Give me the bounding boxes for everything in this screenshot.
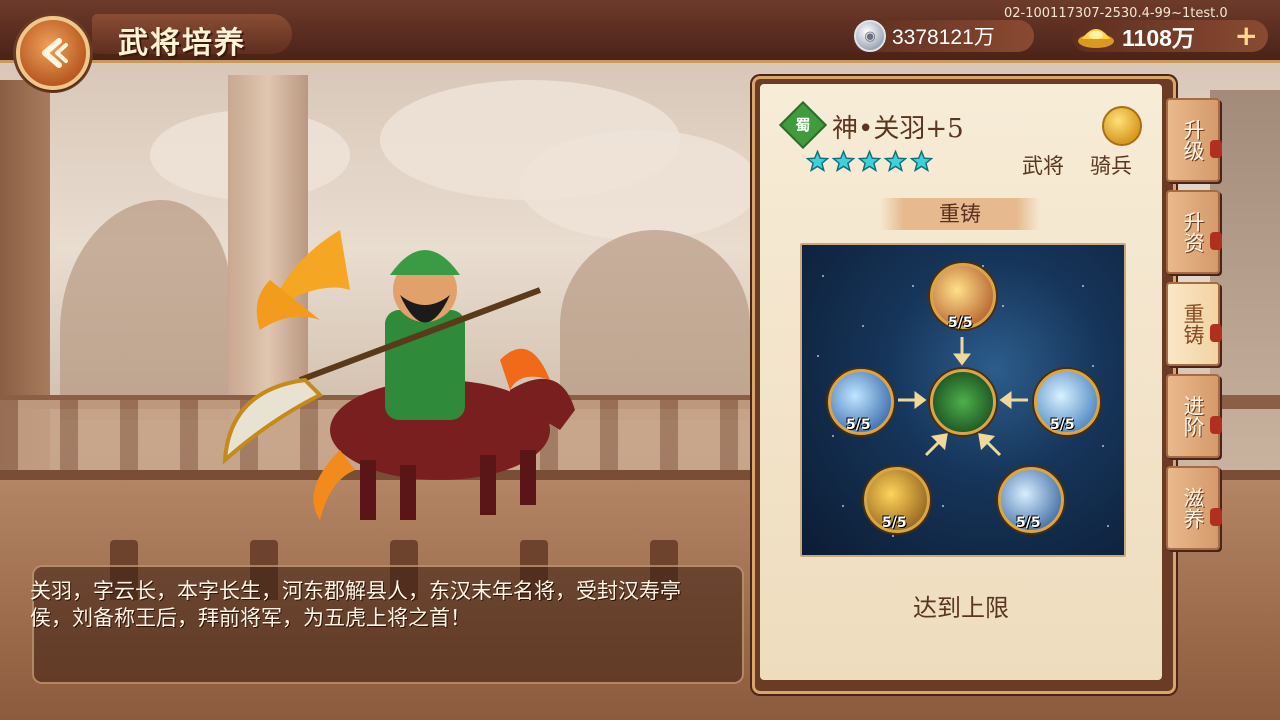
horse-leg xyxy=(480,455,496,515)
silver-currency: ◉ 3378121万 xyxy=(852,20,1034,52)
gold-value: 1108万 xyxy=(1122,25,1195,51)
star-icon xyxy=(858,150,881,173)
gold-ingot-icon xyxy=(1078,29,1114,48)
tab-reforge[interactable]: 重铸 xyxy=(1166,282,1222,366)
back-arrow-icon xyxy=(42,38,68,68)
tab-advance[interactable]: 进阶 xyxy=(1166,374,1222,458)
tab-knot xyxy=(1210,416,1222,434)
glaive-blade xyxy=(222,377,324,465)
star-icon xyxy=(884,150,907,173)
tab-nourish[interactable]: 滋养 xyxy=(1166,466,1222,550)
tab-aptitude[interactable]: 升资 xyxy=(1166,190,1222,274)
horse-leg xyxy=(400,465,416,520)
silver-coin-icon: ◉ xyxy=(854,20,886,52)
tab-knot xyxy=(1210,324,1222,342)
rider-armor xyxy=(385,310,465,420)
star-icon xyxy=(806,150,829,173)
add-gold-button[interactable]: + xyxy=(1235,21,1258,51)
star-rating xyxy=(806,150,933,173)
unit-type-label: 骑兵 xyxy=(1090,154,1132,178)
tab-knot xyxy=(1210,508,1222,526)
tab-knot xyxy=(1210,140,1222,158)
hero-name: 神•关羽+5 xyxy=(832,114,964,144)
horse-leg xyxy=(520,450,536,505)
reforge-skill-tree: 5/5 5/5 5/5 5/5 5/5 xyxy=(800,243,1126,557)
silver-value: 3378121万 xyxy=(892,26,995,49)
cavalry-type-icon xyxy=(1102,106,1142,146)
page-title: 武将培养 xyxy=(118,26,246,61)
max-level-status: 达到上限 xyxy=(913,594,1009,622)
section-label: 重铸 xyxy=(939,202,981,226)
faction-label: 蜀 xyxy=(795,116,811,134)
star-icon xyxy=(832,150,855,173)
gold-currency: 1108万 + xyxy=(1072,20,1268,52)
rider-helmet xyxy=(390,250,460,275)
horse-leg xyxy=(360,460,376,520)
back-button[interactable] xyxy=(16,16,90,90)
role-type-label: 武将 xyxy=(1022,154,1064,178)
skill-connector-arrows xyxy=(898,337,1028,457)
horse-tail xyxy=(313,450,355,520)
hero-portrait xyxy=(222,230,575,520)
tab-upgrade[interactable]: 升级 xyxy=(1166,98,1222,182)
tab-knot xyxy=(1210,232,1222,250)
star-icon xyxy=(910,150,933,173)
hero-description: 关羽，字云长，本字长生，河东郡解县人，东汉末年名将，受封汉寿亭侯，刘备称王后，拜… xyxy=(30,579,681,630)
